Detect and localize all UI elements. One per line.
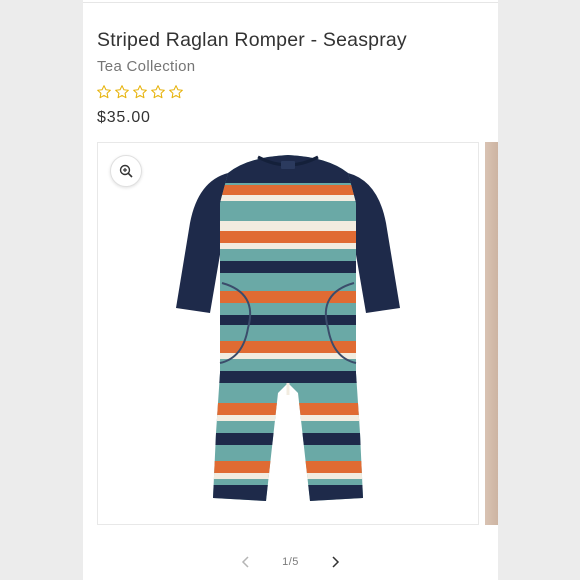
star-outline-icon [115,85,129,99]
zoom-button[interactable] [110,155,142,187]
image-counter: 1/5 [282,556,299,568]
next-product-image-peek[interactable] [485,142,498,525]
chevron-left-icon [242,556,249,568]
chevron-right-icon [332,556,339,568]
current-image-number: 1 [282,556,289,568]
next-image-button[interactable] [325,552,345,572]
product-page: Striped Raglan Romper - Seaspray Tea Col… [83,0,498,580]
star-outline-icon [151,85,165,99]
product-image-romper[interactable] [98,143,478,524]
product-price: $35.00 [97,109,151,126]
divider [83,2,498,3]
previous-image-button[interactable] [236,552,256,572]
gallery-pager: 1/5 [83,552,498,572]
total-image-count: 5 [292,556,299,568]
zoom-in-icon [119,164,133,178]
product-image-gallery[interactable] [97,142,479,525]
product-title: Striped Raglan Romper - Seaspray [97,29,407,51]
star-outline-icon [97,85,111,99]
star-outline-icon [133,85,147,99]
product-brand-link[interactable]: Tea Collection [97,58,195,75]
rating-stars[interactable] [96,84,184,100]
star-outline-icon [169,85,183,99]
